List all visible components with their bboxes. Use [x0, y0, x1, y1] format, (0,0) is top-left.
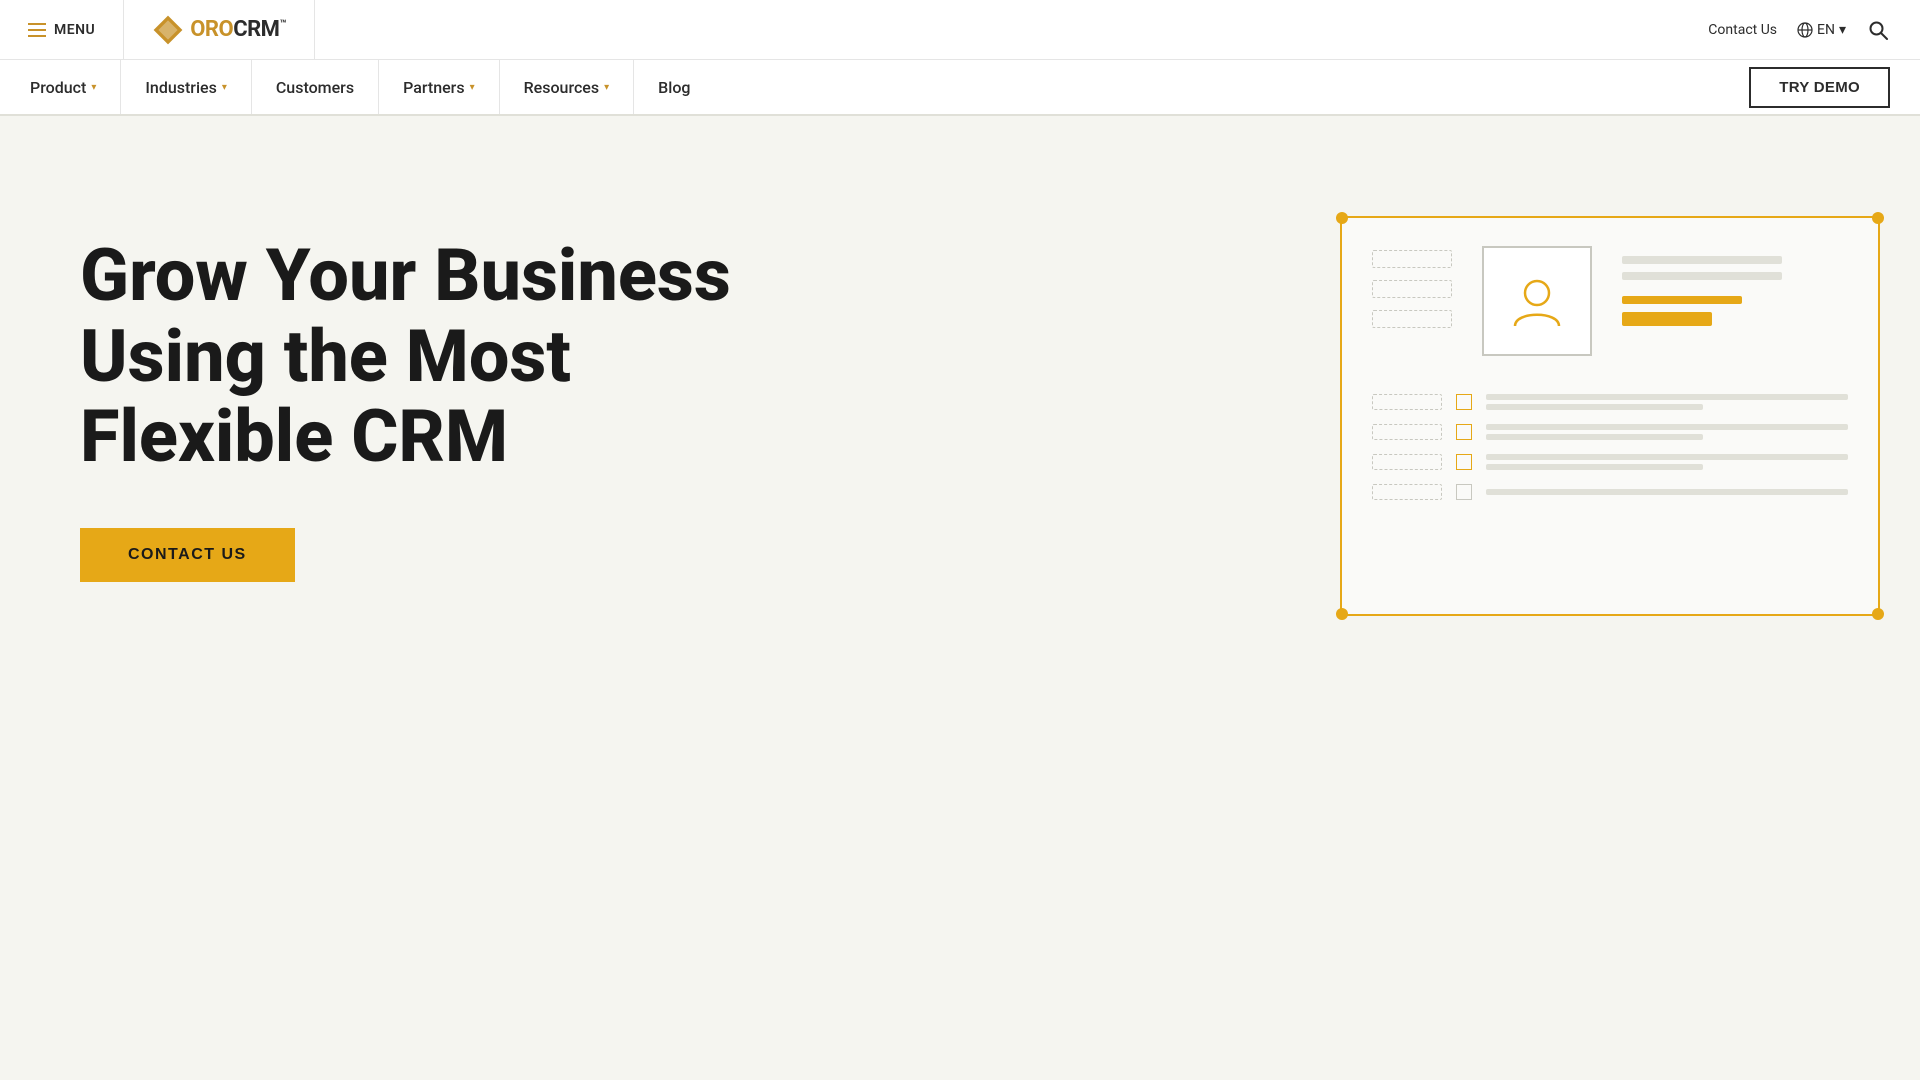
- hero-content: Grow Your Business Using the Most Flexib…: [80, 196, 731, 582]
- navbar: Product ▾ Industries ▾ Customers Partner…: [0, 60, 1920, 116]
- nav-item-resources[interactable]: Resources ▾: [500, 60, 635, 114]
- row-line-1b: [1486, 404, 1703, 410]
- hamburger-icon: [28, 23, 46, 37]
- card-right-info: [1622, 246, 1782, 366]
- card-row-1: [1372, 394, 1848, 410]
- logo-oro: ORO: [190, 17, 233, 42]
- hero-section: Grow Your Business Using the Most Flexib…: [0, 116, 1920, 936]
- menu-label: MENU: [54, 22, 95, 38]
- try-demo-button[interactable]: TRY DEMO: [1749, 67, 1890, 108]
- corner-dot-tl: [1336, 212, 1348, 224]
- topbar: MENU OROCRM™ Contact Us EN ▾: [0, 0, 1920, 60]
- topbar-left: MENU OROCRM™: [0, 0, 315, 59]
- row-checkbox-4: [1456, 484, 1472, 500]
- topbar-right: Contact Us EN ▾: [1708, 18, 1920, 42]
- hero-title-line3: Flexible CRM: [80, 394, 508, 479]
- row-lines-3: [1486, 454, 1848, 470]
- globe-icon: [1797, 22, 1813, 38]
- row-line-4a: [1486, 489, 1848, 495]
- search-icon: [1868, 20, 1888, 40]
- logo[interactable]: OROCRM™: [124, 0, 315, 59]
- avatar-icon: [1507, 271, 1567, 331]
- hero-title-line2: Using the Most: [80, 314, 571, 399]
- nav-resources-label: Resources: [524, 78, 600, 97]
- nav-item-industries[interactable]: Industries ▾: [121, 60, 251, 114]
- row-lines-1: [1486, 394, 1848, 410]
- nav-items: Product ▾ Industries ▾ Customers Partner…: [30, 60, 714, 114]
- logo-tm: ™: [279, 18, 285, 31]
- nav-blog-label: Blog: [658, 78, 690, 97]
- partners-chevron-icon: ▾: [470, 82, 475, 93]
- row-dashed-1: [1372, 394, 1442, 410]
- hero-title-line1: Grow Your Business: [80, 233, 731, 318]
- nav-item-blog[interactable]: Blog: [634, 60, 714, 114]
- row-checkbox-2: [1456, 424, 1472, 440]
- hero-title: Grow Your Business Using the Most Flexib…: [80, 236, 731, 478]
- row-lines-4: [1486, 489, 1848, 495]
- row-line-3b: [1486, 464, 1703, 470]
- corner-dot-tr: [1872, 212, 1884, 224]
- contact-us-button[interactable]: CONTACT US: [80, 528, 295, 582]
- card-row-2: [1372, 424, 1848, 440]
- corner-dot-bl: [1336, 608, 1348, 620]
- card-row-4: [1372, 484, 1848, 500]
- row-line-2a: [1486, 424, 1848, 430]
- card-top-section: [1342, 218, 1878, 394]
- nav-industries-label: Industries: [145, 78, 216, 97]
- logo-crm: CRM: [233, 17, 279, 42]
- crm-card: [1340, 216, 1880, 616]
- row-dashed-4: [1372, 484, 1442, 500]
- search-button[interactable]: [1866, 18, 1890, 42]
- nav-partners-label: Partners: [403, 78, 465, 97]
- logo-diamond-icon: [152, 14, 184, 46]
- product-chevron-icon: ▾: [91, 82, 96, 93]
- nav-item-product[interactable]: Product ▾: [30, 60, 121, 114]
- dashed-line-3: [1372, 310, 1452, 328]
- dashed-line-2: [1372, 280, 1452, 298]
- card-lower-section: [1342, 394, 1878, 520]
- row-checkbox-3: [1456, 454, 1472, 470]
- lang-label: EN: [1817, 22, 1835, 38]
- nav-customers-label: Customers: [276, 78, 354, 97]
- info-line-1: [1622, 256, 1782, 264]
- nav-item-customers[interactable]: Customers: [252, 60, 379, 114]
- row-line-3a: [1486, 454, 1848, 460]
- info-highlight-2: [1622, 312, 1712, 326]
- card-row-3: [1372, 454, 1848, 470]
- row-checkbox-1: [1456, 394, 1472, 410]
- dashed-line-1: [1372, 250, 1452, 268]
- nav-item-partners[interactable]: Partners ▾: [379, 60, 500, 114]
- row-dashed-2: [1372, 424, 1442, 440]
- crm-illustration: [1340, 216, 1880, 616]
- industries-chevron-icon: ▾: [222, 82, 227, 93]
- resources-chevron-icon: ▾: [604, 82, 609, 93]
- contact-us-link[interactable]: Contact Us: [1708, 22, 1777, 38]
- language-selector[interactable]: EN ▾: [1797, 22, 1846, 38]
- card-left-dashes: [1372, 246, 1452, 366]
- menu-button[interactable]: MENU: [0, 0, 124, 59]
- corner-dot-br: [1872, 608, 1884, 620]
- row-lines-2: [1486, 424, 1848, 440]
- avatar-box: [1482, 246, 1592, 356]
- row-line-2b: [1486, 434, 1703, 440]
- info-highlight-1: [1622, 296, 1742, 304]
- row-dashed-3: [1372, 454, 1442, 470]
- lang-chevron-icon: ▾: [1839, 22, 1846, 38]
- info-line-2: [1622, 272, 1782, 280]
- nav-product-label: Product: [30, 78, 86, 97]
- card-avatar-section: [1482, 246, 1592, 366]
- row-line-1a: [1486, 394, 1848, 400]
